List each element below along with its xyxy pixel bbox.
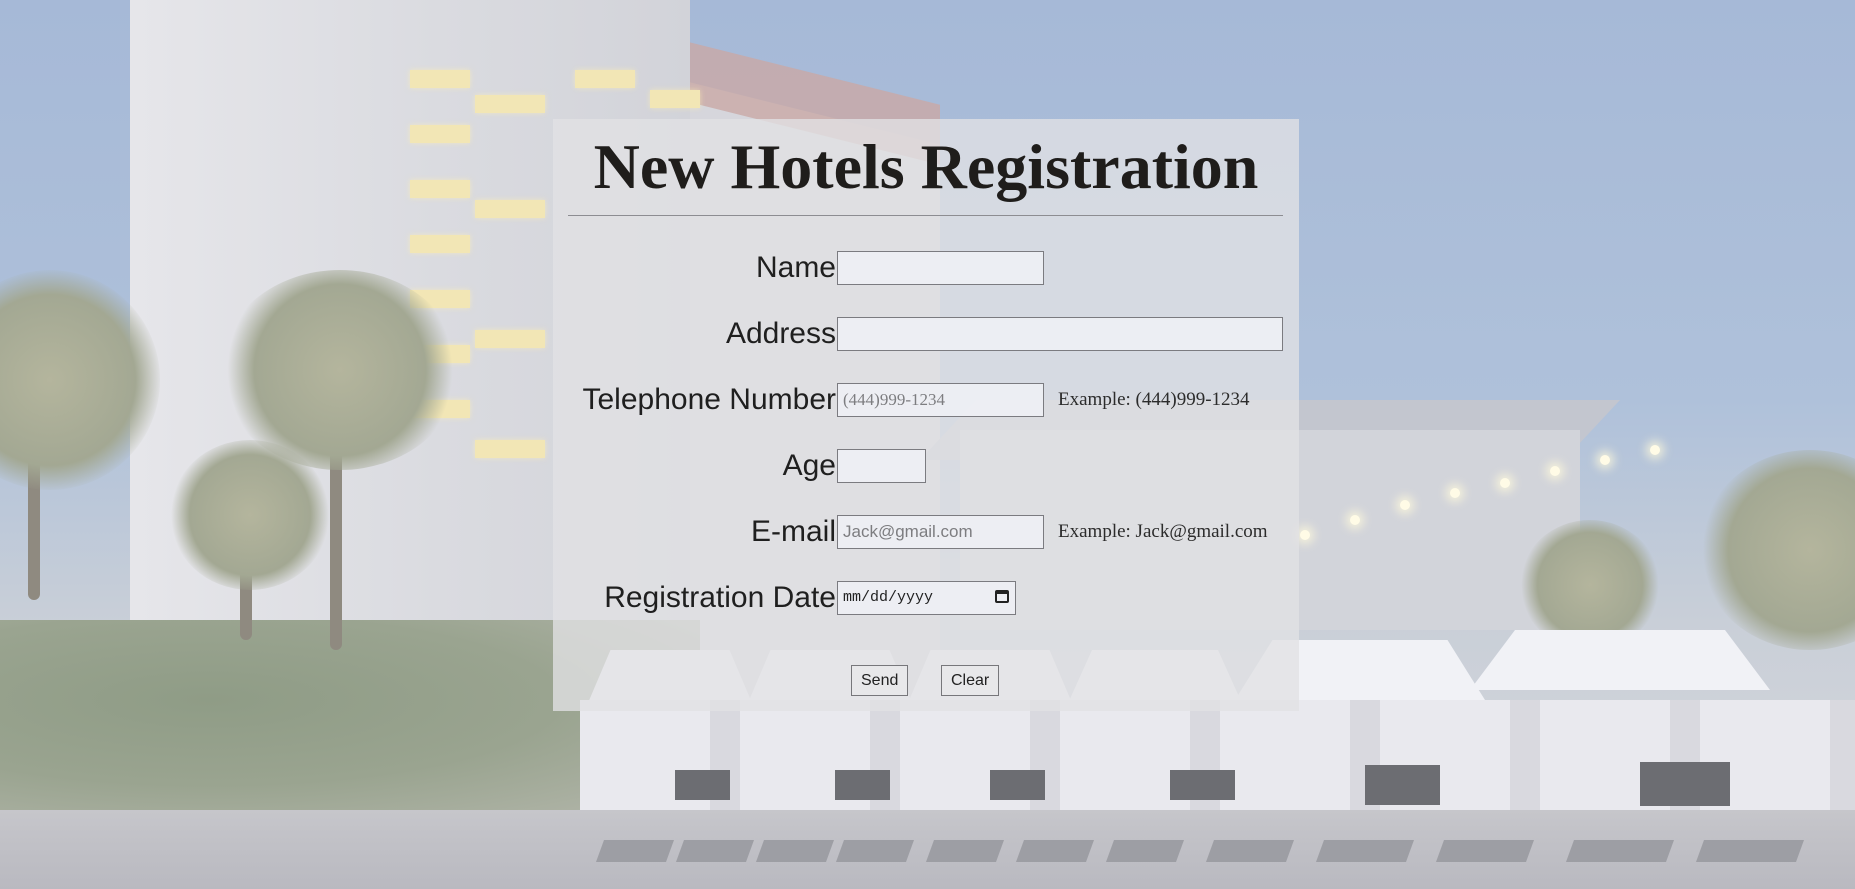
- lounge-chair: [675, 840, 755, 862]
- lit-window: [475, 440, 545, 458]
- telephone-label: Telephone Number: [582, 383, 837, 416]
- registration-date-field[interactable]: mm/dd/yyyy: [837, 581, 1016, 615]
- registration-date-row: Registration Date mm/dd/yyyy: [553, 578, 1299, 618]
- cabana-tv: [675, 770, 730, 800]
- telephone-example-hint: Example: (444)999-1234: [1058, 389, 1250, 410]
- address-label: Address: [725, 317, 836, 350]
- string-light: [1350, 515, 1360, 525]
- cabana-tv: [1170, 770, 1235, 800]
- page-title: New Hotels Registration: [593, 131, 1259, 202]
- send-button[interactable]: Send: [851, 665, 909, 696]
- registration-form: New Hotels Registration Name Address Tel…: [553, 119, 1299, 711]
- registration-date-label: Registration Date: [604, 581, 836, 614]
- lounge-chair: [835, 840, 915, 862]
- clear-button[interactable]: Clear: [941, 665, 1000, 696]
- lit-window: [410, 180, 470, 198]
- lounge-chair: [1315, 840, 1415, 862]
- lit-window: [650, 90, 700, 108]
- cabana-tv: [835, 770, 890, 800]
- lit-window: [475, 200, 545, 218]
- lounge-chair: [1435, 840, 1535, 862]
- lit-window: [475, 95, 545, 113]
- lit-window: [575, 70, 635, 88]
- name-row: Name: [553, 248, 1299, 288]
- email-field[interactable]: [837, 515, 1044, 549]
- lit-window: [475, 330, 545, 348]
- cabana-roof: [1470, 630, 1770, 690]
- string-light: [1600, 455, 1610, 465]
- age-row: Age: [553, 446, 1299, 486]
- cabana-tv: [1640, 762, 1730, 806]
- lit-window: [410, 125, 470, 143]
- email-example-hint: Example: Jack@gmail.com: [1058, 521, 1268, 542]
- email-row: E-mail Example: Jack@gmail.com: [553, 512, 1299, 552]
- date-format-text: mm/dd/yyyy: [843, 589, 934, 606]
- age-field[interactable]: [837, 449, 926, 483]
- cabana-tv: [990, 770, 1045, 800]
- age-label: Age: [782, 449, 836, 482]
- title-divider: [568, 215, 1283, 216]
- string-light: [1500, 478, 1510, 488]
- string-light: [1650, 445, 1660, 455]
- lounge-chair: [755, 840, 835, 862]
- string-light: [1450, 488, 1460, 498]
- name-label: Name: [755, 251, 836, 284]
- lounge-chair: [1695, 840, 1805, 862]
- lounge-chair: [1565, 840, 1675, 862]
- address-field[interactable]: [837, 317, 1283, 351]
- lit-window: [410, 70, 470, 88]
- name-field[interactable]: [837, 251, 1044, 285]
- palm-fronds: [1700, 450, 1855, 650]
- address-row: Address: [553, 314, 1299, 354]
- calendar-icon[interactable]: [995, 590, 1009, 603]
- lounge-chair: [1205, 840, 1295, 862]
- cabana-tv: [1365, 765, 1440, 805]
- telephone-row: Telephone Number Example: (444)999-1234: [553, 380, 1299, 420]
- lounge-chair: [595, 840, 675, 862]
- palm-fronds: [170, 440, 330, 590]
- lounge-chair: [925, 840, 1005, 862]
- lit-window: [410, 235, 470, 253]
- lounge-chair: [1015, 840, 1095, 862]
- lounge-chair: [1105, 840, 1185, 862]
- string-light: [1300, 530, 1310, 540]
- string-light: [1400, 500, 1410, 510]
- email-label: E-mail: [750, 515, 836, 548]
- string-light: [1550, 466, 1560, 476]
- telephone-field[interactable]: [837, 383, 1044, 417]
